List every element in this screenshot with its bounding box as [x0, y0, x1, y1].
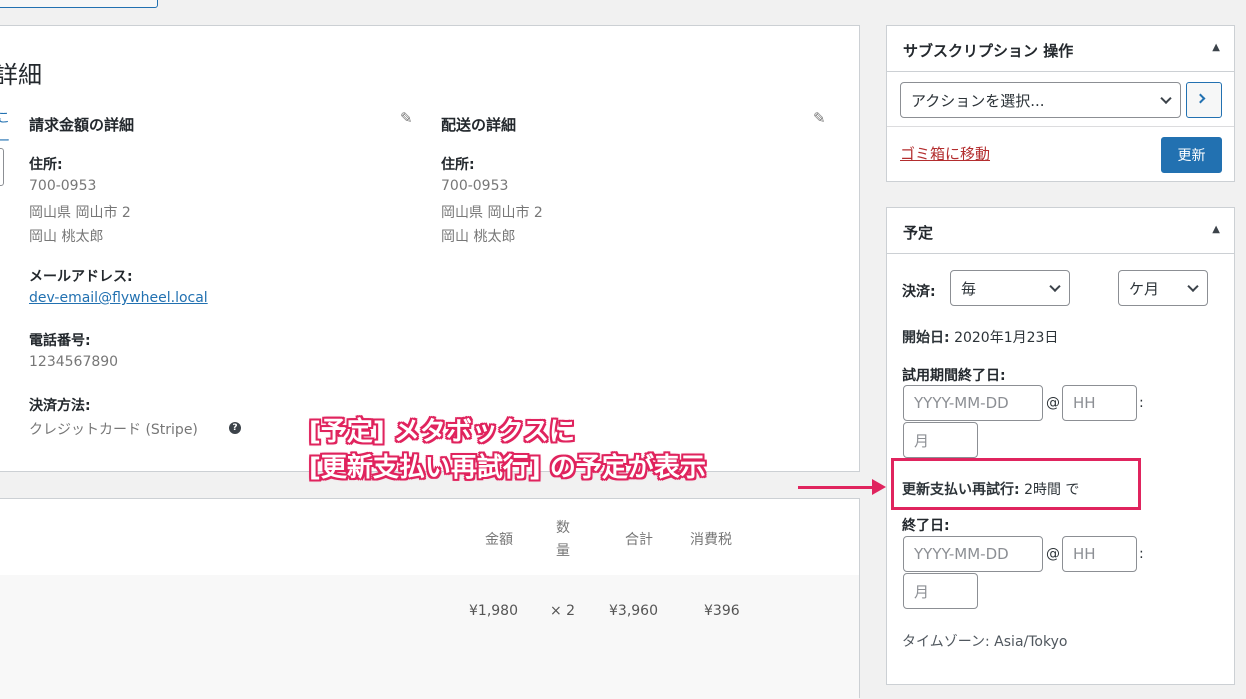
shipping-address-line: 岡山県 岡山市 2 — [441, 205, 543, 221]
trial-end-minute-input[interactable]: 月 — [903, 422, 978, 458]
table-row — [0, 575, 859, 699]
order-items-panel — [0, 498, 860, 699]
start-date: 開始日: 2020年1月23日 — [902, 327, 1058, 347]
action-select[interactable]: アクションを選択... — [900, 82, 1181, 118]
chevron-down-icon — [1187, 280, 1199, 293]
cell-tax: ¥396 — [704, 603, 740, 619]
shipping-address-line: 700-0953 — [441, 178, 509, 194]
phone-value: 1234567890 — [29, 354, 119, 370]
column-header-tax: 消費税 — [690, 532, 732, 548]
end-minute-input[interactable]: 月 — [903, 573, 978, 609]
billing-address-line: 岡山 桃太郎 — [29, 229, 104, 245]
billing-period-select[interactable]: ケ月 — [1118, 270, 1208, 306]
edge-link-fragment[interactable]: こ — [0, 107, 10, 126]
email-label: メールアドレス: — [29, 269, 133, 285]
annotation-line-2: [更新支払い再試行] の予定が表示 — [309, 453, 706, 483]
arrow-right-icon — [872, 479, 886, 495]
end-date-input[interactable]: YYYY-MM-DD — [903, 536, 1043, 572]
apply-action-button[interactable] — [1186, 82, 1222, 118]
shipping-title: 配送の詳細 — [441, 116, 517, 134]
update-button[interactable]: 更新 — [1161, 137, 1222, 173]
column-header-qty: 量 — [556, 543, 570, 559]
payment-method-label: 決済方法: — [29, 398, 91, 414]
billing-period-value: ケ月 — [1129, 279, 1160, 298]
divider — [887, 126, 1234, 127]
chevron-down-icon — [1049, 280, 1061, 293]
at-separator: @ — [1046, 395, 1060, 411]
trial-end-label: 試用期間終了日: — [902, 368, 1006, 384]
box-header: サブスクリプション 操作 ▲ — [887, 26, 1234, 72]
collapse-triangle-icon[interactable]: ▲ — [1212, 42, 1220, 53]
colon-separator: : — [1139, 395, 1144, 411]
top-partial-button[interactable] — [0, 0, 158, 8]
box-title: サブスクリプション 操作 — [903, 42, 1074, 60]
cell-total: ¥3,960 — [609, 603, 658, 619]
box-title: 予定 — [903, 224, 934, 242]
trial-end-hour-input[interactable]: HH — [1062, 385, 1137, 421]
action-select-value: アクションを選択... — [911, 91, 1045, 110]
chevron-down-icon — [1160, 92, 1172, 105]
end-hour-input[interactable]: HH — [1062, 536, 1137, 572]
order-details-panel — [0, 25, 860, 472]
shipping-address-label: 住所: — [441, 157, 475, 173]
column-header-qty: 数 — [556, 520, 570, 536]
payment-method-value: クレジットカード (Stripe) — [29, 422, 198, 438]
pencil-icon[interactable]: ✎ — [400, 109, 413, 127]
billing-period-label: 決済: — [902, 284, 936, 300]
shipping-address-line: 岡山 桃太郎 — [441, 229, 516, 245]
billing-title: 請求金額の詳細 — [29, 116, 135, 134]
billing-address-label: 住所: — [29, 157, 63, 173]
cell-qty: × 2 — [550, 603, 576, 619]
billing-address-line: 岡山県 岡山市 2 — [29, 205, 131, 221]
timezone-text: タイムゾーン: Asia/Tokyo — [902, 634, 1068, 650]
trial-end-date-input[interactable]: YYYY-MM-DD — [903, 385, 1043, 421]
highlight-box — [891, 458, 1141, 510]
column-header-amount: 金額 — [485, 532, 513, 548]
colon-separator: : — [1139, 546, 1144, 562]
email-link[interactable]: dev-email@flywheel.local — [29, 290, 208, 306]
start-date-value: 2020年1月23日 — [954, 330, 1059, 346]
help-icon[interactable]: ? — [229, 422, 241, 434]
cell-amount: ¥1,980 — [469, 603, 518, 619]
page-title: 詳細 — [0, 61, 42, 89]
billing-interval-select[interactable]: 毎 — [950, 270, 1070, 306]
annotation-arrow-line — [798, 486, 874, 489]
start-date-label: 開始日: — [902, 330, 950, 346]
billing-address-line: 700-0953 — [29, 178, 97, 194]
edge-input-fragment[interactable] — [0, 148, 4, 186]
at-separator: @ — [1046, 546, 1060, 562]
end-date-label: 終了日: — [902, 518, 950, 534]
phone-label: 電話番号: — [29, 333, 91, 349]
column-header-total: 合計 — [625, 532, 653, 548]
chevron-right-icon — [1195, 93, 1206, 104]
annotation-line-1: [予定] メタボックスに — [309, 417, 576, 447]
billing-interval-value: 毎 — [961, 279, 977, 298]
box-header: 予定 ▲ — [887, 208, 1234, 254]
edge-link-fragment[interactable]: ー — [0, 130, 10, 149]
pencil-icon[interactable]: ✎ — [813, 109, 826, 127]
trash-link[interactable]: ゴミ箱に移動 — [900, 143, 990, 164]
collapse-triangle-icon[interactable]: ▲ — [1212, 224, 1220, 235]
